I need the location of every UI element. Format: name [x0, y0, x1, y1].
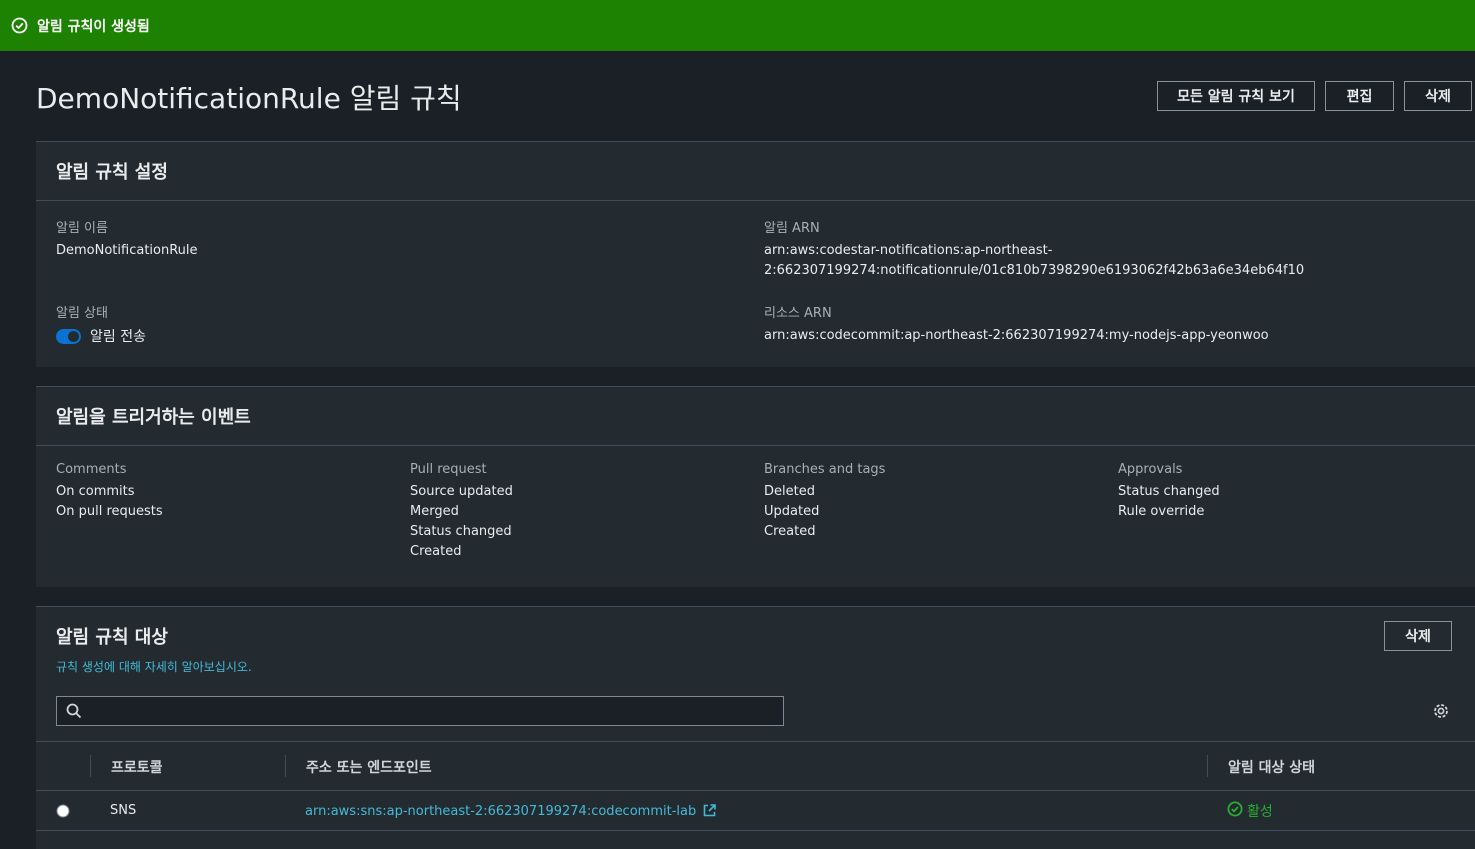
- event-group-name: Pull request: [410, 462, 487, 477]
- event-item: Status changed: [410, 524, 512, 539]
- success-flash-bar: 알림 규칙이 생성됨: [0, 0, 1475, 51]
- notification-arn-label: 알림 ARN: [764, 221, 820, 236]
- event-item: Merged: [410, 504, 459, 519]
- event-group-approvals: Approvals Status changed Rule override: [1118, 462, 1220, 522]
- event-item: On pull requests: [56, 504, 163, 519]
- event-item: Updated: [764, 504, 820, 519]
- status-text: 활성: [1247, 804, 1273, 820]
- column-separator: [90, 755, 91, 777]
- search-icon: [66, 703, 82, 723]
- status-toggle-label: 알림 전송: [90, 329, 146, 345]
- events-panel-title: 알림을 트리거하는 이벤트: [36, 387, 1475, 446]
- column-header-status[interactable]: 알림 대상 상태: [1228, 757, 1315, 777]
- settings-panel-title: 알림 규칙 설정: [36, 142, 1475, 201]
- learn-more-link[interactable]: 규칙 생성에 대해 자세히 알아보십시오.: [56, 658, 252, 675]
- view-all-rules-button[interactable]: 모든 알림 규칙 보기: [1157, 81, 1315, 111]
- event-group-name: Comments: [56, 462, 127, 477]
- events-panel: 알림을 트리거하는 이벤트 Comments On commits On pul…: [36, 386, 1475, 587]
- row-status: 활성: [1227, 801, 1273, 821]
- event-item: Created: [410, 544, 462, 559]
- external-link-icon: [703, 802, 717, 821]
- column-header-endpoint[interactable]: 주소 또는 엔드포인트: [306, 757, 432, 777]
- notification-arn-line2: 2:662307199274:notificationrule/01c810b7…: [764, 263, 1305, 278]
- flash-message: 알림 규칙이 생성됨: [37, 18, 150, 35]
- notification-arn-line1: arn:aws:codestar-notifications:ap-northe…: [764, 243, 1053, 258]
- table-header: 프로토콜 주소 또는 엔드포인트 알림 대상 상태: [36, 741, 1475, 791]
- edit-button[interactable]: 편집: [1325, 81, 1394, 111]
- column-separator: [285, 755, 286, 777]
- status-toggle[interactable]: [56, 329, 81, 344]
- event-item: Deleted: [764, 484, 815, 499]
- resource-arn-label: 리소스 ARN: [764, 306, 832, 321]
- endpoint-link[interactable]: arn:aws:sns:ap-northeast-2:662307199274:…: [305, 804, 696, 819]
- page-title: DemoNotificationRule 알림 규칙: [36, 82, 462, 115]
- notification-name-label: 알림 이름: [56, 221, 108, 236]
- notification-status-label: 알림 상태: [56, 306, 108, 321]
- gear-icon[interactable]: [1432, 702, 1450, 724]
- event-group-name: Branches and tags: [764, 462, 886, 477]
- row-endpoint[interactable]: arn:aws:sns:ap-northeast-2:662307199274:…: [305, 802, 717, 821]
- delete-rule-button[interactable]: 삭제: [1404, 81, 1472, 111]
- event-item: On commits: [56, 484, 135, 499]
- check-circle-icon: [1227, 801, 1243, 821]
- event-item: Status changed: [1118, 484, 1220, 499]
- event-group-comments: Comments On commits On pull requests: [56, 462, 163, 522]
- check-circle-icon: [11, 17, 28, 34]
- delete-target-button[interactable]: 삭제: [1384, 621, 1452, 651]
- targets-panel-title: 알림 규칙 대상: [56, 627, 168, 648]
- search-input[interactable]: [56, 696, 784, 726]
- toggle-knob: [68, 331, 79, 342]
- settings-panel: 알림 규칙 설정 알림 이름 DemoNotificationRule 알림 A…: [36, 141, 1475, 367]
- resource-arn-value: arn:aws:codecommit:ap-northeast-2:662307…: [764, 328, 1269, 343]
- table-row: SNS arn:aws:sns:ap-northeast-2:662307199…: [36, 791, 1475, 831]
- event-group-name: Approvals: [1118, 462, 1183, 477]
- row-protocol: SNS: [110, 803, 137, 818]
- event-group-pull-request: Pull request Source updated Merged Statu…: [410, 462, 513, 562]
- event-item: Rule override: [1118, 504, 1205, 519]
- row-select-radio[interactable]: [56, 803, 70, 822]
- notification-name-value: DemoNotificationRule: [56, 243, 198, 258]
- column-separator: [1207, 755, 1208, 777]
- event-item: Created: [764, 524, 816, 539]
- targets-panel: 알림 규칙 대상 규칙 생성에 대해 자세히 알아보십시오. 삭제 프로토콜 주…: [36, 606, 1475, 849]
- column-header-protocol[interactable]: 프로토콜: [111, 757, 163, 777]
- event-item: Source updated: [410, 484, 513, 499]
- event-group-branches-and-tags: Branches and tags Deleted Updated Create…: [764, 462, 885, 542]
